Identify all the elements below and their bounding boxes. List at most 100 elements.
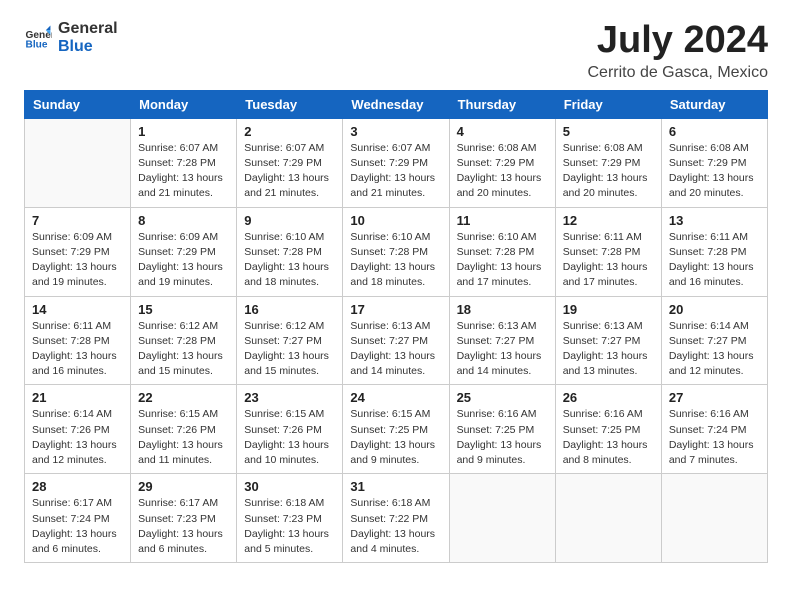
calendar-cell: 26 Sunrise: 6:16 AMSunset: 7:25 PMDayligh… [555, 385, 661, 474]
day-info: Sunrise: 6:17 AMSunset: 7:23 PMDaylight:… [138, 496, 229, 557]
weekday-header-wednesday: Wednesday [343, 90, 449, 118]
calendar-cell: 21Sunrise: 6:14 AMSunset: 7:26 PMDayligh… [25, 385, 131, 474]
day-number: 3 [350, 124, 441, 139]
calendar-cell: 13 Sunrise: 6:11 AMSunset: 7:28 PMDayligh… [661, 207, 767, 296]
day-info: Sunrise: 6:14 AMSunset: 7:26 PMDaylight:… [32, 407, 123, 468]
weekday-header-sunday: Sunday [25, 90, 131, 118]
day-number: 27 [669, 390, 760, 405]
calendar-cell: 7 Sunrise: 6:09 AMSunset: 7:29 PMDaylight… [25, 207, 131, 296]
day-number: 25 [457, 390, 548, 405]
day-info: Sunrise: 6:14 AMSunset: 7:27 PMDaylight:… [669, 319, 760, 380]
weekday-header-friday: Friday [555, 90, 661, 118]
weekday-header-thursday: Thursday [449, 90, 555, 118]
day-info: Sunrise: 6:11 AMSunset: 7:28 PMDaylight:… [32, 319, 123, 380]
day-number: 9 [244, 213, 335, 228]
day-number: 31 [350, 479, 441, 494]
calendar-cell: 17 Sunrise: 6:13 AMSunset: 7:27 PMDayligh… [343, 296, 449, 385]
week-row-4: 21Sunrise: 6:14 AMSunset: 7:26 PMDayligh… [25, 385, 768, 474]
day-info: Sunrise: 6:12 AMSunset: 7:28 PMDaylight:… [138, 319, 229, 380]
day-number: 8 [138, 213, 229, 228]
week-row-2: 7 Sunrise: 6:09 AMSunset: 7:29 PMDaylight… [25, 207, 768, 296]
day-info: Sunrise: 6:07 AMSunset: 7:29 PMDaylight:… [350, 141, 441, 202]
day-info: Sunrise: 6:08 AMSunset: 7:29 PMDaylight:… [457, 141, 548, 202]
day-number: 14 [32, 302, 123, 317]
calendar-body: 1Sunrise: 6:07 AMSunset: 7:28 PMDaylight… [25, 118, 768, 562]
calendar-cell: 23 Sunrise: 6:15 AMSunset: 7:26 PMDayligh… [237, 385, 343, 474]
day-number: 26 [563, 390, 654, 405]
day-number: 2 [244, 124, 335, 139]
calendar-cell [25, 118, 131, 207]
calendar-cell: 29Sunrise: 6:17 AMSunset: 7:23 PMDayligh… [131, 474, 237, 563]
calendar-cell [661, 474, 767, 563]
calendar-cell [555, 474, 661, 563]
calendar-cell: 27 Sunrise: 6:16 AMSunset: 7:24 PMDayligh… [661, 385, 767, 474]
calendar-cell: 16 Sunrise: 6:12 AMSunset: 7:27 PMDayligh… [237, 296, 343, 385]
day-info: Sunrise: 6:08 AMSunset: 7:29 PMDaylight:… [563, 141, 654, 202]
day-info: Sunrise: 6:13 AMSunset: 7:27 PMDaylight:… [457, 319, 548, 380]
day-info: Sunrise: 6:16 AMSunset: 7:24 PMDaylight:… [669, 407, 760, 468]
weekday-header-row: SundayMondayTuesdayWednesdayThursdayFrid… [25, 90, 768, 118]
day-number: 16 [244, 302, 335, 317]
calendar-cell: 25 Sunrise: 6:16 AMSunset: 7:25 PMDayligh… [449, 385, 555, 474]
calendar-cell: 8Sunrise: 6:09 AMSunset: 7:29 PMDaylight… [131, 207, 237, 296]
day-number: 17 [350, 302, 441, 317]
day-info: Sunrise: 6:16 AMSunset: 7:25 PMDaylight:… [563, 407, 654, 468]
weekday-header-monday: Monday [131, 90, 237, 118]
day-info: Sunrise: 6:13 AMSunset: 7:27 PMDaylight:… [350, 319, 441, 380]
day-info: Sunrise: 6:15 AMSunset: 7:25 PMDaylight:… [350, 407, 441, 468]
day-info: Sunrise: 6:15 AMSunset: 7:26 PMDaylight:… [138, 407, 229, 468]
day-info: Sunrise: 6:13 AMSunset: 7:27 PMDaylight:… [563, 319, 654, 380]
day-info: Sunrise: 6:10 AMSunset: 7:28 PMDaylight:… [244, 230, 335, 291]
calendar-cell: 4 Sunrise: 6:08 AMSunset: 7:29 PMDaylight… [449, 118, 555, 207]
calendar-cell: 24Sunrise: 6:15 AMSunset: 7:25 PMDayligh… [343, 385, 449, 474]
day-number: 4 [457, 124, 548, 139]
day-number: 7 [32, 213, 123, 228]
day-number: 23 [244, 390, 335, 405]
day-info: Sunrise: 6:15 AMSunset: 7:26 PMDaylight:… [244, 407, 335, 468]
day-info: Sunrise: 6:08 AMSunset: 7:29 PMDaylight:… [669, 141, 760, 202]
day-info: Sunrise: 6:11 AMSunset: 7:28 PMDaylight:… [563, 230, 654, 291]
month-title: July 2024 [587, 20, 768, 62]
day-number: 12 [563, 213, 654, 228]
day-info: Sunrise: 6:10 AMSunset: 7:28 PMDaylight:… [457, 230, 548, 291]
logo-general-text: General [58, 20, 118, 38]
calendar-cell: 20 Sunrise: 6:14 AMSunset: 7:27 PMDayligh… [661, 296, 767, 385]
logo: General Blue General Blue [24, 20, 118, 57]
day-number: 22 [138, 390, 229, 405]
day-info: Sunrise: 6:09 AMSunset: 7:29 PMDaylight:… [32, 230, 123, 291]
calendar-cell: 3 Sunrise: 6:07 AMSunset: 7:29 PMDaylight… [343, 118, 449, 207]
calendar-cell: 11 Sunrise: 6:10 AMSunset: 7:28 PMDayligh… [449, 207, 555, 296]
calendar-cell: 9 Sunrise: 6:10 AMSunset: 7:28 PMDaylight… [237, 207, 343, 296]
day-info: Sunrise: 6:11 AMSunset: 7:28 PMDaylight:… [669, 230, 760, 291]
week-row-5: 28Sunrise: 6:17 AMSunset: 7:24 PMDayligh… [25, 474, 768, 563]
week-row-3: 14 Sunrise: 6:11 AMSunset: 7:28 PMDayligh… [25, 296, 768, 385]
calendar-cell [449, 474, 555, 563]
calendar-cell: 31 Sunrise: 6:18 AMSunset: 7:22 PMDayligh… [343, 474, 449, 563]
day-number: 20 [669, 302, 760, 317]
day-number: 6 [669, 124, 760, 139]
calendar-cell: 18 Sunrise: 6:13 AMSunset: 7:27 PMDayligh… [449, 296, 555, 385]
day-number: 18 [457, 302, 548, 317]
day-number: 5 [563, 124, 654, 139]
calendar-cell: 28Sunrise: 6:17 AMSunset: 7:24 PMDayligh… [25, 474, 131, 563]
calendar-table: SundayMondayTuesdayWednesdayThursdayFrid… [24, 90, 768, 563]
calendar-cell: 22 Sunrise: 6:15 AMSunset: 7:26 PMDayligh… [131, 385, 237, 474]
day-number: 19 [563, 302, 654, 317]
day-info: Sunrise: 6:12 AMSunset: 7:27 PMDaylight:… [244, 319, 335, 380]
title-area: July 2024 Cerrito de Gasca, Mexico [587, 20, 768, 82]
day-number: 13 [669, 213, 760, 228]
day-number: 10 [350, 213, 441, 228]
weekday-header-saturday: Saturday [661, 90, 767, 118]
calendar-cell: 1Sunrise: 6:07 AMSunset: 7:28 PMDaylight… [131, 118, 237, 207]
day-number: 15 [138, 302, 229, 317]
svg-text:Blue: Blue [26, 40, 48, 51]
calendar-cell: 19 Sunrise: 6:13 AMSunset: 7:27 PMDayligh… [555, 296, 661, 385]
calendar-cell: 30Sunrise: 6:18 AMSunset: 7:23 PMDayligh… [237, 474, 343, 563]
location-title: Cerrito de Gasca, Mexico [587, 64, 768, 82]
day-info: Sunrise: 6:18 AMSunset: 7:22 PMDaylight:… [350, 496, 441, 557]
day-number: 28 [32, 479, 123, 494]
day-number: 11 [457, 213, 548, 228]
day-info: Sunrise: 6:16 AMSunset: 7:25 PMDaylight:… [457, 407, 548, 468]
day-info: Sunrise: 6:18 AMSunset: 7:23 PMDaylight:… [244, 496, 335, 557]
weekday-header-tuesday: Tuesday [237, 90, 343, 118]
